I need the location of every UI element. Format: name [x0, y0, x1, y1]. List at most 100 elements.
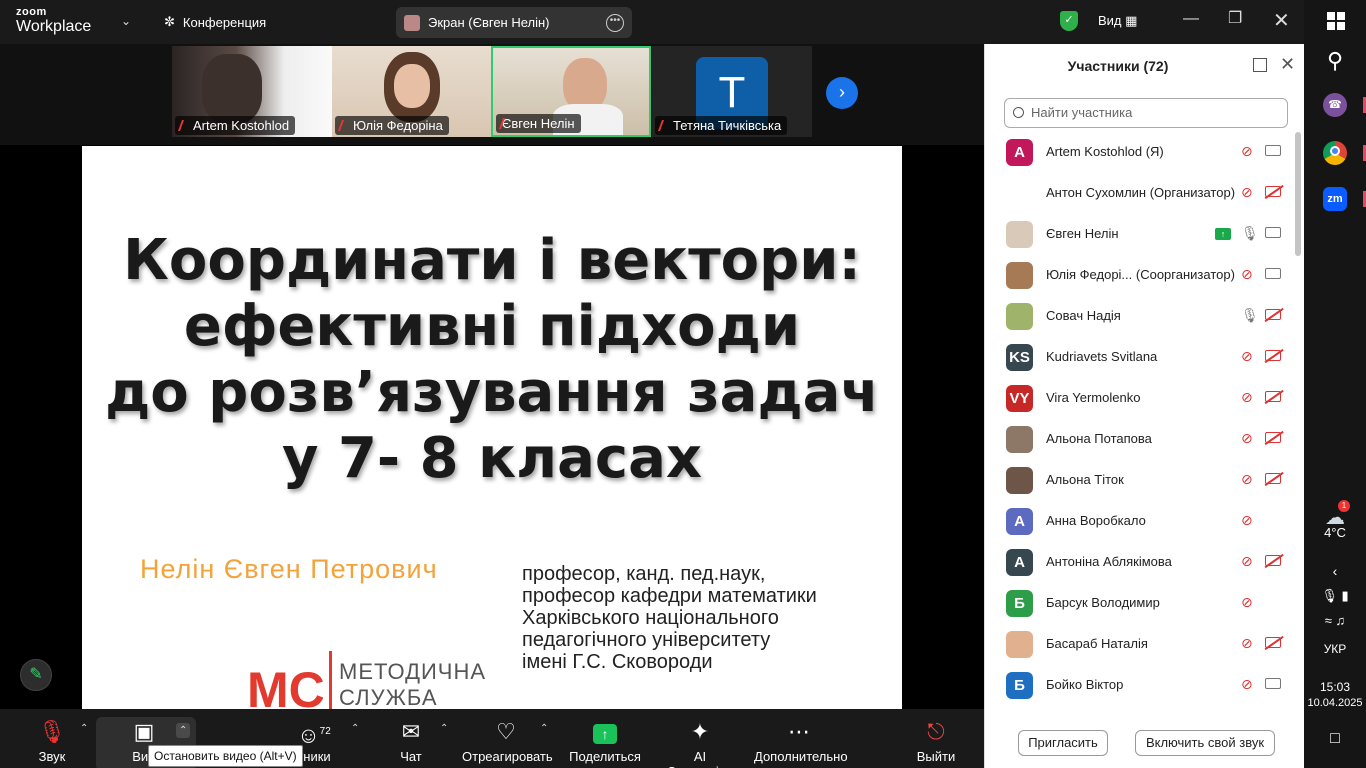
mic-muted-icon[interactable]: ⊘ [1241, 266, 1253, 283]
participant-row[interactable]: Альона Потапова ⊘ [985, 419, 1295, 460]
mic-muted-icon[interactable]: ⊘ [1241, 635, 1253, 652]
participant-row[interactable]: Євген Нелін ↑ 🎙 [985, 214, 1295, 255]
mic-muted-icon[interactable]: ⊘ [1241, 553, 1253, 570]
camera-off-icon[interactable] [1265, 432, 1281, 443]
audio-button[interactable]: 🎙 Звук [32, 719, 72, 764]
mic-muted-icon[interactable]: ⊘ [1241, 143, 1253, 160]
camera-icon[interactable] [1265, 227, 1281, 238]
search-icon[interactable]: ⚲ [1304, 48, 1366, 74]
participant-row[interactable]: Юлія Федорі... (Соорганизатор) ⊘ [985, 255, 1295, 296]
close-icon[interactable]: ✕ [1273, 8, 1290, 33]
mic-icon[interactable]: 🎙 [1241, 225, 1259, 242]
participant-row[interactable]: А Антоніна Аблякімова ⊘ [985, 542, 1295, 583]
camera-off-icon[interactable] [1265, 350, 1281, 361]
video-thumbnail[interactable]: Artem Kostohlod [172, 46, 332, 137]
participant-row[interactable]: Совач Надія 🎙 [985, 296, 1295, 337]
camera-off-icon[interactable] [1265, 473, 1281, 484]
close-panel-icon[interactable]: ✕ [1280, 54, 1295, 75]
participants-scrollbar[interactable] [1295, 132, 1301, 256]
logo-text-line2: СЛУЖБА [339, 685, 438, 709]
meeting-info-button[interactable]: ✼ Конференция [164, 14, 266, 30]
chevron-right-icon[interactable]: › [826, 77, 858, 109]
mic-muted-icon[interactable]: ⊘ [1241, 389, 1253, 406]
participant-row[interactable]: Басараб Наталія ⊘ [985, 624, 1295, 665]
share-button[interactable]: ↑ Поделиться [568, 719, 642, 764]
participant-row[interactable]: KS Kudriavets Svitlana ⊘ [985, 337, 1295, 378]
popout-icon[interactable] [1253, 58, 1267, 72]
slide-title-line: ефективні підходи [183, 294, 801, 359]
mic-muted-icon[interactable]: ⊘ [1241, 184, 1253, 201]
invite-button[interactable]: Пригласить [1018, 730, 1108, 756]
chevron-down-icon[interactable]: ⌄ [121, 14, 131, 28]
clock-date[interactable]: 10.04.2025 [1304, 697, 1366, 709]
share-screen-icon: ↑ [593, 724, 617, 744]
chevron-up-icon[interactable]: ⌃ [80, 723, 88, 734]
chevron-up-icon[interactable]: ⌃ [540, 723, 548, 734]
sharer-avatar [404, 14, 420, 31]
clock-time[interactable]: 15:03 [1304, 680, 1366, 694]
zoom-app-icon[interactable]: zm [1323, 187, 1347, 211]
zoom-logo[interactable]: zoom Workplace [16, 7, 91, 35]
video-thumbnail[interactable]: T Тетяна Тичківська [652, 46, 812, 137]
participant-search-input[interactable]: Найти участника [1004, 98, 1288, 128]
unmute-self-button[interactable]: Включить свой звук [1135, 730, 1275, 756]
windows-start-icon[interactable] [1327, 12, 1345, 30]
tray-icons-row2[interactable]: ≈ ♫ [1304, 613, 1366, 628]
more-icon[interactable]: ••• [606, 13, 624, 32]
participant-row[interactable]: A Artem Kostohlod (Я) ⊘ [985, 132, 1295, 173]
ai-companion-button[interactable]: ✦ AI Companion [660, 719, 740, 768]
tray-icons-row1[interactable]: 🎙 ▮ [1304, 588, 1366, 604]
participant-name: Бойко Віктор [1046, 677, 1124, 692]
camera-off-icon[interactable] [1265, 555, 1281, 566]
video-thumbnail-active[interactable]: Євген Нелін [491, 46, 651, 137]
participant-row[interactable]: VY Vira Yermolenko ⊘ [985, 378, 1295, 419]
mic-muted-icon[interactable]: ⊘ [1241, 676, 1253, 693]
camera-off-icon[interactable] [1265, 637, 1281, 648]
meeting-toolbar: 🎙 Звук ⌃ ▣ Вид ⌃ ☺72 тники ⌃ ✉ Чат ⌃ ♡ О… [0, 709, 984, 768]
participant-row[interactable]: Б Барсук Володимир ⊘ [985, 583, 1295, 624]
video-thumbnail[interactable]: Юлія Федоріна [332, 46, 492, 137]
chevron-up-icon[interactable]: ⌃ [176, 723, 191, 738]
leave-button[interactable]: ⎋ Выйти [916, 719, 956, 764]
chevron-left-icon[interactable]: ‹ [1304, 563, 1366, 579]
view-button[interactable]: Вид ▦ [1098, 13, 1137, 29]
participant-row[interactable]: А Анна Воробкало ⊘ [985, 501, 1295, 542]
chevron-up-icon[interactable]: ⌃ [440, 723, 448, 734]
participant-row[interactable]: Антон Сухомлин (Организатор) ⊘ [985, 173, 1295, 214]
more-button[interactable]: ⋯ Дополнительно [754, 719, 848, 764]
chrome-icon[interactable] [1323, 141, 1347, 165]
mic-muted-icon[interactable]: ⊘ [1241, 512, 1253, 529]
participant-name: Artem Kostohlod (Я) [1046, 144, 1164, 159]
chevron-up-icon[interactable]: ⌃ [351, 723, 359, 734]
participant-row[interactable]: Б Бойко Віктор ⊘ [985, 665, 1295, 706]
screen-share-pill[interactable]: Экран (Євген Нелін) ••• [396, 7, 632, 38]
camera-off-icon[interactable] [1265, 186, 1281, 197]
slide-author-rank: професор, канд. пед.наук, професор кафед… [522, 563, 817, 673]
mic-muted-icon[interactable]: ⊘ [1241, 594, 1253, 611]
camera-icon[interactable] [1265, 268, 1281, 279]
maximize-icon[interactable]: ❐ [1228, 8, 1242, 28]
screen-share-label: Экран (Євген Нелін) [428, 15, 550, 30]
zoom-window: zoom Workplace ⌄ ✼ Конференция Экран (Єв… [0, 0, 1366, 768]
language-indicator[interactable]: УКР [1304, 642, 1366, 656]
camera-icon[interactable] [1265, 678, 1281, 689]
camera-icon[interactable] [1265, 145, 1281, 156]
participant-name: Совач Надія [1046, 308, 1121, 323]
camera-off-icon[interactable] [1265, 309, 1281, 320]
participant-row[interactable]: Альона Тіток ⊘ [985, 460, 1295, 501]
camera-off-icon[interactable] [1265, 391, 1281, 402]
shield-icon[interactable]: ✓ [1060, 11, 1078, 31]
react-button[interactable]: ♡ Отреагировать [462, 719, 553, 764]
mic-muted-icon[interactable]: ⊘ [1241, 430, 1253, 447]
mic-muted-icon[interactable]: ⊘ [1241, 348, 1253, 365]
annotate-pen-icon[interactable]: ✎ [20, 659, 52, 691]
mic-icon[interactable]: 🎙 [1241, 307, 1259, 324]
participant-avatar: VY [1006, 385, 1033, 412]
mic-muted-icon[interactable]: ⊘ [1241, 471, 1253, 488]
minimize-icon[interactable]: — [1183, 10, 1199, 28]
notifications-icon[interactable]: □ [1304, 730, 1366, 748]
viber-icon[interactable]: ☎ [1323, 93, 1347, 117]
participant-avatar: KS [1006, 344, 1033, 371]
paw-icon: ✼ [164, 14, 175, 29]
chat-button[interactable]: ✉ Чат [395, 719, 427, 764]
